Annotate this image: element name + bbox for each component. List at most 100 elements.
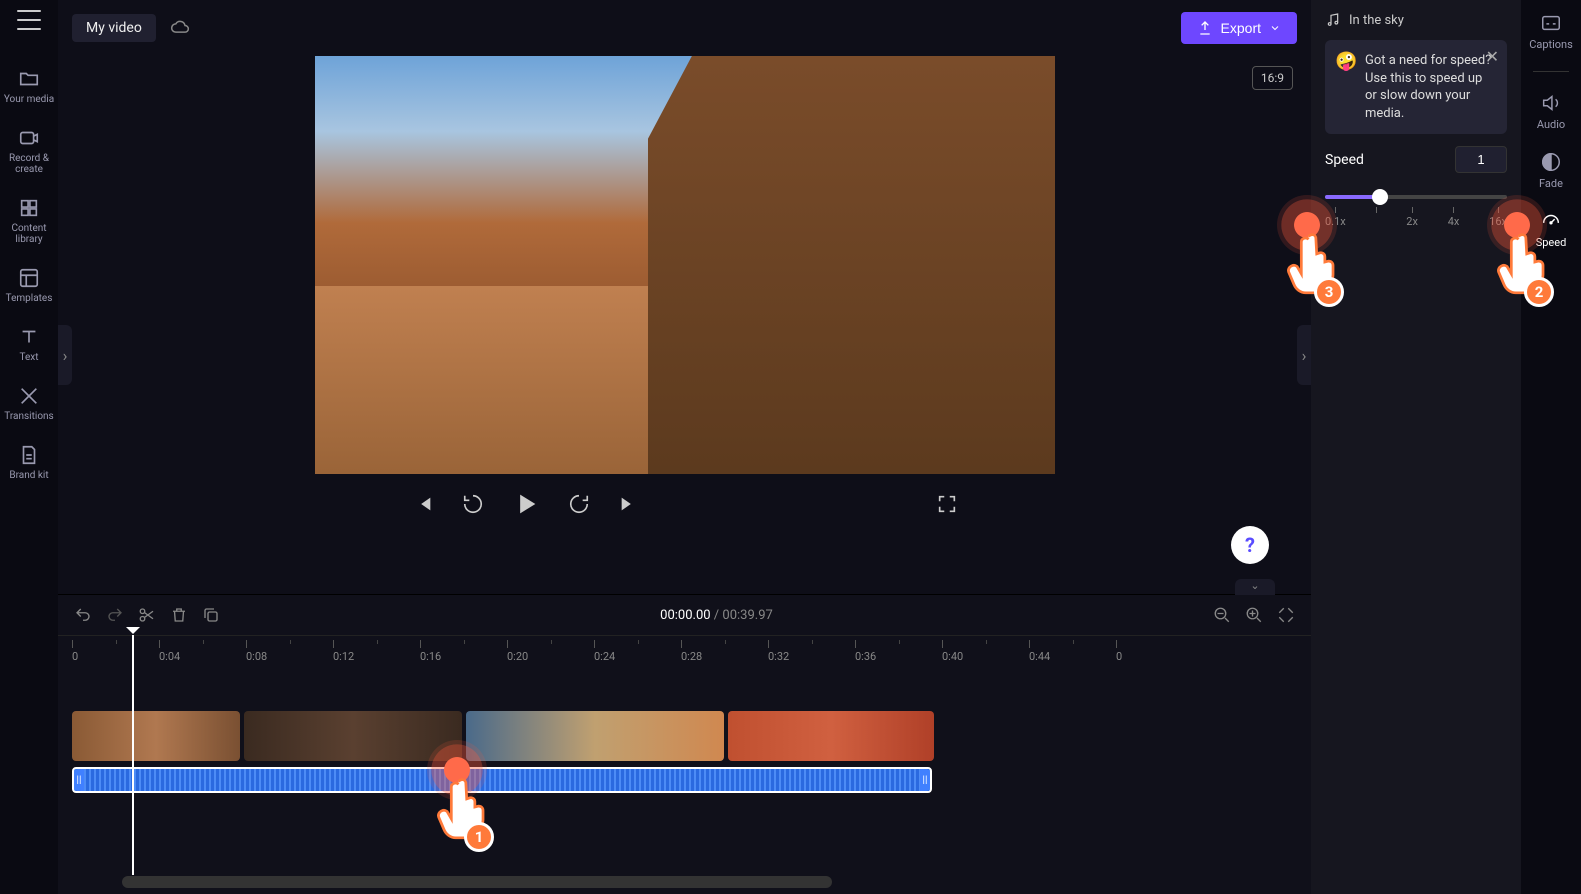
project-title[interactable]: My video: [72, 14, 156, 42]
transitions-icon: [18, 385, 40, 407]
speedometer-icon: [1540, 210, 1562, 232]
folder-icon: [18, 68, 40, 90]
ruler-tick: 0:04: [159, 640, 180, 663]
zoom-fit-icon[interactable]: [1277, 606, 1295, 624]
forward-icon[interactable]: [568, 493, 590, 515]
slider-fill: [1325, 195, 1376, 199]
nav-label: Record & create: [2, 153, 56, 175]
slider-thumb[interactable]: [1372, 189, 1388, 205]
clip-trim-handle-right[interactable]: ||: [920, 769, 930, 791]
panel-expand-left[interactable]: ›: [58, 325, 72, 385]
rail-fade[interactable]: Fade: [1539, 151, 1563, 190]
fade-icon: [1540, 151, 1562, 173]
duplicate-icon[interactable]: [202, 606, 220, 624]
video-track: [72, 711, 1301, 761]
speed-input[interactable]: [1455, 146, 1507, 173]
nav-templates[interactable]: Templates: [4, 265, 55, 306]
left-nav: Your media Record & create Content libra…: [0, 0, 58, 894]
nav-content-library[interactable]: Content library: [0, 195, 58, 247]
nav-transitions[interactable]: Transitions: [2, 383, 55, 424]
nav-label: Your media: [4, 94, 54, 105]
ruler-tick: 0:20: [507, 640, 528, 663]
cloud-sync-icon[interactable]: [170, 18, 190, 38]
speed-slider[interactable]: 0.1x 2x 4x 16x: [1325, 185, 1507, 245]
timeline-toolbar: 00:00.00 / 00:39.97: [58, 595, 1311, 635]
speaker-icon: [1540, 92, 1562, 114]
nav-label: Text: [19, 352, 38, 363]
nav-label: Brand kit: [9, 470, 48, 481]
nav-brand-kit[interactable]: Brand kit: [7, 442, 50, 483]
zoom-in-icon[interactable]: [1245, 606, 1263, 624]
audio-clip[interactable]: || ||: [72, 767, 932, 793]
export-button[interactable]: Export: [1181, 12, 1297, 44]
nav-record-create[interactable]: Record & create: [0, 125, 58, 177]
ruler-tick: 0:36: [855, 640, 876, 663]
ruler-tick: 0:16: [420, 640, 441, 663]
aspect-ratio-button[interactable]: 16:9: [1252, 66, 1293, 90]
music-note-icon: [1325, 12, 1341, 28]
topbar: My video Export: [58, 0, 1311, 56]
ruler-tick: 0:40: [942, 640, 963, 663]
trash-icon[interactable]: [170, 606, 188, 624]
preview-area: › › 16:9 ?: [58, 56, 1311, 594]
tooltip-text: Got a need for speed? Use this to speed …: [1365, 53, 1491, 121]
brandkit-icon: [18, 444, 40, 466]
fullscreen-icon[interactable]: [936, 493, 958, 515]
ruler-tick: 0:08: [246, 640, 267, 663]
ruler-tick: 0: [72, 640, 78, 663]
menu-icon[interactable]: [17, 10, 41, 30]
export-label: Export: [1221, 20, 1261, 36]
skip-back-icon[interactable]: [412, 493, 434, 515]
nav-your-media[interactable]: Your media: [2, 66, 56, 107]
speed-label: Speed: [1325, 152, 1364, 168]
emoji-icon: 🤪: [1335, 50, 1357, 74]
rewind-icon[interactable]: [462, 493, 484, 515]
timeline-time: 00:00.00 / 00:39.97: [234, 608, 1199, 623]
ruler-tick: 0: [1116, 640, 1122, 663]
video-clip[interactable]: [466, 711, 724, 761]
undo-icon[interactable]: [74, 606, 92, 624]
timeline-collapse[interactable]: ⌄: [1235, 579, 1275, 595]
nav-label: Transitions: [4, 411, 53, 422]
redo-icon[interactable]: [106, 606, 124, 624]
nav-text[interactable]: Text: [16, 324, 42, 365]
properties-panel: In the sky 🤪 ✕ Got a need for speed? Use…: [1311, 0, 1521, 894]
video-clip[interactable]: [728, 711, 934, 761]
zoom-out-icon[interactable]: [1213, 606, 1231, 624]
play-icon[interactable]: [512, 490, 540, 518]
selected-clip-name: In the sky: [1325, 12, 1507, 28]
video-clip[interactable]: [244, 711, 462, 761]
library-icon: [18, 197, 40, 219]
captions-icon: [1540, 12, 1562, 34]
close-icon[interactable]: ✕: [1486, 46, 1499, 68]
ruler-tick: 0:44: [1029, 640, 1050, 663]
skip-forward-icon[interactable]: [618, 493, 640, 515]
video-preview[interactable]: [315, 56, 1055, 474]
timeline-scrollbar[interactable]: [122, 876, 832, 888]
slider-ticks: 0.1x 2x 4x 16x: [1325, 207, 1507, 228]
video-clip[interactable]: [72, 711, 240, 761]
rail-speed[interactable]: Speed: [1536, 210, 1567, 249]
rail-audio[interactable]: Audio: [1537, 92, 1565, 131]
nav-label: Templates: [6, 293, 53, 304]
scissors-icon[interactable]: [138, 606, 156, 624]
timeline-ruler[interactable]: 00:040:080:120:160:200:240:280:320:360:4…: [58, 635, 1311, 661]
main-area: My video Export › › 16:9 ? ⌄: [58, 0, 1311, 894]
rail-captions[interactable]: Captions: [1529, 12, 1573, 51]
right-rail: Captions Audio Fade Speed: [1521, 0, 1581, 894]
ruler-tick: 0:12: [333, 640, 354, 663]
speed-row: Speed: [1325, 146, 1507, 173]
ruler-tick: 0:28: [681, 640, 702, 663]
timeline-panel: ⌄ 00:00.00 / 00:39.97 00:040:080:120:160…: [58, 594, 1311, 894]
ruler-tick: 0:24: [594, 640, 615, 663]
duration-time: 00:39.97: [722, 608, 772, 623]
playhead[interactable]: [132, 635, 134, 875]
player-controls: [412, 490, 958, 518]
clip-trim-handle-left[interactable]: ||: [74, 769, 84, 791]
upload-icon: [1197, 20, 1213, 36]
help-button[interactable]: ?: [1231, 526, 1269, 564]
speed-tooltip: 🤪 ✕ Got a need for speed? Use this to sp…: [1325, 40, 1507, 134]
panel-expand-right[interactable]: ›: [1297, 325, 1311, 385]
timeline-tracks: || ||: [58, 661, 1311, 803]
chevron-down-icon: [1269, 22, 1281, 34]
